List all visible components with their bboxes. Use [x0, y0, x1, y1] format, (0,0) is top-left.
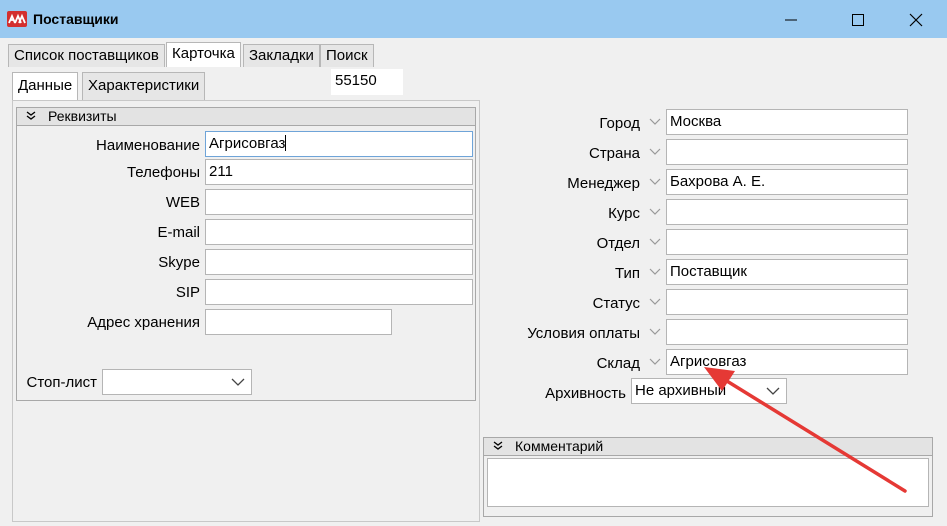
city-dropdown-button[interactable]	[645, 109, 665, 135]
comment-header[interactable]: Комментарий	[484, 438, 932, 456]
chevron-down-icon	[649, 178, 661, 185]
chevron-down-icon	[649, 118, 661, 125]
storage-address-label: Адрес хранения	[87, 314, 200, 331]
chevron-down-icon	[649, 208, 661, 215]
chevron-down-icon	[649, 328, 661, 335]
chevron-down-icon	[766, 387, 780, 395]
chevron-down-icon	[649, 238, 661, 245]
country-label: Страна	[588, 145, 640, 162]
title-bar: Поставщики	[0, 0, 947, 38]
department-dropdown-button[interactable]	[645, 229, 665, 255]
tab-card[interactable]: Карточка	[166, 42, 241, 68]
skype-label: Skype	[158, 254, 200, 271]
phones-label: Телефоны	[126, 164, 200, 181]
sip-label: SIP	[175, 284, 200, 301]
web-field[interactable]	[205, 189, 473, 215]
rate-label: Курс	[608, 205, 640, 222]
minimize-button[interactable]	[768, 6, 814, 34]
payment-terms-dropdown-button[interactable]	[645, 319, 665, 345]
record-id: 55150	[331, 69, 403, 95]
payment-terms-field[interactable]	[666, 319, 908, 345]
name-label: Наименование	[96, 137, 200, 154]
chevron-down-icon	[231, 378, 245, 386]
text-caret	[285, 135, 287, 151]
country-field[interactable]	[666, 139, 908, 165]
tab-search[interactable]: Поиск	[320, 44, 374, 68]
tab-data[interactable]: Данные	[12, 72, 79, 100]
status-label: Статус	[592, 295, 640, 312]
window-title: Поставщики	[33, 11, 119, 27]
name-value: Агрисовгаз	[209, 135, 286, 152]
stop-list-label: Стоп-лист	[26, 374, 98, 391]
manager-dropdown-button[interactable]	[645, 169, 665, 195]
chevron-double-down-icon	[26, 111, 36, 120]
tab-bookmarks[interactable]: Закладки	[243, 44, 320, 68]
warehouse-field[interactable]: Агрисовгаз	[666, 349, 908, 375]
storage-address-field[interactable]	[205, 309, 392, 335]
archive-select[interactable]: Не архивный	[631, 378, 787, 404]
close-icon	[909, 13, 923, 27]
maximize-button[interactable]	[835, 6, 881, 34]
requisites-header[interactable]: Реквизиты	[17, 108, 475, 126]
tab-supplier-list[interactable]: Список поставщиков	[8, 44, 165, 68]
name-field[interactable]: Агрисовгаз	[205, 131, 473, 157]
email-label: E-mail	[157, 224, 200, 241]
maximize-icon	[852, 14, 864, 26]
email-field[interactable]	[205, 219, 473, 245]
city-field[interactable]: Москва	[666, 109, 908, 135]
archive-value: Не архивный	[635, 382, 727, 399]
warehouse-dropdown-button[interactable]	[645, 349, 665, 375]
chevron-double-down-icon	[493, 441, 503, 450]
sip-field[interactable]	[205, 279, 473, 305]
rate-dropdown-button[interactable]	[645, 199, 665, 225]
archive-label: Архивность	[545, 385, 626, 402]
chevron-down-icon	[649, 358, 661, 365]
country-dropdown-button[interactable]	[645, 139, 665, 165]
phones-field[interactable]: 211	[205, 159, 473, 185]
city-label: Город	[599, 115, 640, 132]
department-field[interactable]	[666, 229, 908, 255]
chevron-down-icon	[649, 268, 661, 275]
chevron-down-icon	[649, 298, 661, 305]
chevron-down-icon	[649, 148, 661, 155]
close-button[interactable]	[893, 6, 939, 34]
manager-field[interactable]: Бахрова А. Е.	[666, 169, 908, 195]
skype-field[interactable]	[205, 249, 473, 275]
type-dropdown-button[interactable]	[645, 259, 665, 285]
comment-field[interactable]	[487, 458, 929, 507]
app-logo-icon	[7, 11, 27, 27]
status-field[interactable]	[666, 289, 908, 315]
type-label: Тип	[614, 265, 640, 282]
status-dropdown-button[interactable]	[645, 289, 665, 315]
requisites-title: Реквизиты	[48, 108, 117, 124]
comment-title: Комментарий	[515, 438, 604, 454]
rate-field[interactable]	[666, 199, 908, 225]
minimize-icon	[785, 19, 797, 21]
manager-label: Менеджер	[567, 175, 640, 192]
department-label: Отдел	[596, 235, 640, 252]
payment-terms-label: Условия оплаты	[527, 325, 640, 342]
web-label: WEB	[165, 194, 200, 211]
stop-list-select[interactable]	[102, 369, 252, 395]
warehouse-label: Склад	[596, 355, 640, 372]
tab-characteristics[interactable]: Характеристики	[82, 72, 206, 100]
type-field[interactable]: Поставщик	[666, 259, 908, 285]
comment-group: Комментарий	[483, 437, 933, 517]
